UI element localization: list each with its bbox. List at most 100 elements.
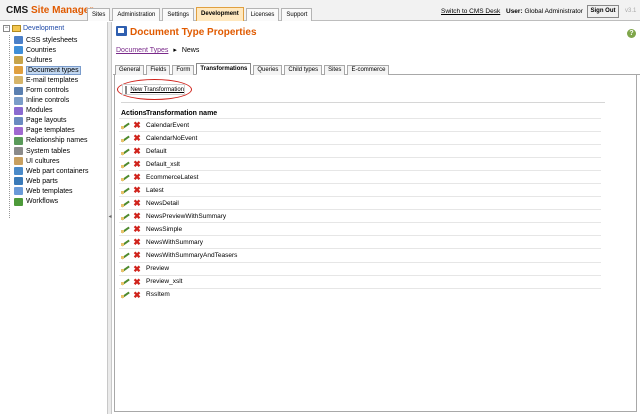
transformation-name: Default (146, 147, 167, 155)
transformations-content: New Transformation Actions Transformatio… (114, 75, 637, 412)
delete-icon[interactable]: ✖ (133, 186, 141, 195)
title-bar: Document Type Properties ? (113, 22, 640, 42)
relationship-icon (14, 136, 23, 145)
collapse-icon[interactable]: − (3, 25, 10, 32)
edit-icon[interactable] (121, 135, 130, 142)
tree-item-label: Page templates (26, 127, 75, 135)
delete-icon[interactable]: ✖ (133, 212, 141, 221)
tab-form[interactable]: Form (172, 65, 195, 75)
transformation-name: NewsWithSummary (146, 238, 204, 246)
tree-root-development[interactable]: − Development (3, 25, 64, 32)
tree-item-web-part-containers[interactable]: Web part containers (14, 166, 89, 176)
edit-icon[interactable] (121, 252, 130, 259)
edit-icon[interactable] (121, 161, 130, 168)
tab-child-types[interactable]: Child types (284, 65, 323, 75)
help-icon[interactable]: ? (627, 29, 636, 38)
tab-transformations[interactable]: Transformations (196, 63, 252, 75)
edit-icon[interactable] (121, 213, 130, 220)
collapse-pane-icon[interactable]: ◂ (108, 210, 112, 224)
edit-icon[interactable] (121, 187, 130, 194)
divider (121, 102, 605, 103)
transformation-name: Preview (146, 265, 170, 273)
tree-item-relationship-names[interactable]: Relationship names (14, 136, 89, 146)
transformation-name: CalendarNoEvent (146, 134, 198, 142)
tab-fields[interactable]: Fields (146, 65, 171, 75)
delete-icon[interactable]: ✖ (133, 238, 141, 247)
tree-item-modules[interactable]: Modules (14, 106, 89, 116)
delete-icon[interactable]: ✖ (133, 264, 141, 273)
tree-item-css-stylesheets[interactable]: CSS stylesheets (14, 35, 89, 45)
tree-item-cultures[interactable]: Cultures (14, 55, 89, 65)
transformation-name: CalendarEvent (146, 121, 189, 129)
edit-icon[interactable] (121, 226, 130, 233)
table-row: ✖ Default (119, 144, 601, 157)
delete-icon[interactable]: ✖ (133, 173, 141, 182)
row-actions: ✖ (119, 199, 144, 208)
table-row: ✖ RssItem (119, 287, 601, 301)
transformation-name: NewsWithSummaryAndTeasers (146, 251, 238, 259)
delete-icon[interactable]: ✖ (133, 147, 141, 156)
transformation-name: NewsSimple (146, 225, 183, 233)
user-name: Global Administrator (524, 8, 583, 15)
delete-icon[interactable]: ✖ (133, 121, 141, 130)
email-icon (14, 76, 23, 85)
transformation-name: Preview_xslt (146, 278, 183, 286)
breadcrumb: Document Types ▸ News (116, 46, 199, 54)
tree-item-inline-controls[interactable]: Inline controls (14, 96, 89, 106)
table-row: ✖ Default_xslt (119, 157, 601, 170)
edit-icon[interactable] (121, 148, 130, 155)
navigation-tree: − Development CSS stylesheets Countries Cu… (0, 22, 108, 414)
transformation-name: NewsPreviewWithSummary (146, 212, 227, 220)
tree-item-form-controls[interactable]: Form controls (14, 85, 89, 95)
tree-item-page-layouts[interactable]: Page layouts (14, 116, 89, 126)
tab-sites[interactable]: Sites (324, 65, 346, 75)
edit-icon[interactable] (121, 174, 130, 181)
tree-item-web-templates[interactable]: Web templates (14, 186, 89, 196)
tree-item-web-parts[interactable]: Web parts (14, 176, 89, 186)
new-transformation-button[interactable]: New Transformation (122, 84, 185, 95)
tree-item-label: UI cultures (26, 157, 60, 165)
table-row: ✖ NewsDetail (119, 196, 601, 209)
edit-icon[interactable] (121, 122, 130, 129)
tree-item-countries[interactable]: Countries (14, 45, 89, 55)
edit-icon[interactable] (121, 278, 130, 286)
top-tab-support[interactable]: Support (281, 8, 313, 21)
edit-icon[interactable] (121, 239, 130, 246)
tree-item-ui-cultures[interactable]: UI cultures (14, 156, 89, 166)
row-actions: ✖ (119, 121, 144, 130)
edit-icon[interactable] (121, 265, 130, 273)
delete-icon[interactable]: ✖ (133, 199, 141, 208)
tree-item-system-tables[interactable]: System tables (14, 146, 89, 156)
tree-item-label: Workflows (26, 198, 59, 206)
edit-icon[interactable] (121, 291, 130, 299)
top-tab-administration[interactable]: Administration (112, 8, 161, 21)
user-prefix: User: (506, 8, 523, 15)
tree-item-page-templates[interactable]: Page templates (14, 126, 89, 136)
transformation-name: Latest (146, 186, 164, 194)
tab-general[interactable]: General (115, 65, 145, 75)
tree-item-workflows[interactable]: Workflows (14, 197, 89, 207)
system-table-icon (14, 147, 23, 156)
delete-icon[interactable]: ✖ (133, 277, 141, 286)
tab-e-commerce[interactable]: E-commerce (347, 65, 390, 75)
top-tab-sites[interactable]: Sites (87, 8, 111, 21)
module-icon (14, 106, 23, 115)
top-tab-licenses[interactable]: Licenses (245, 8, 280, 21)
delete-icon[interactable]: ✖ (133, 225, 141, 234)
web-template-icon (14, 187, 23, 196)
delete-icon[interactable]: ✖ (133, 290, 141, 299)
tree-item-label: CSS stylesheets (26, 36, 78, 44)
delete-icon[interactable]: ✖ (133, 134, 141, 143)
column-header-transformation-name[interactable]: Transformation name (144, 110, 217, 117)
top-tab-development[interactable]: Development (196, 7, 244, 21)
tree-item-e-mail-templates[interactable]: E-mail templates (14, 75, 89, 85)
sign-out-button[interactable]: Sign Out (587, 5, 619, 18)
breadcrumb-document-types-link[interactable]: Document Types (116, 47, 168, 54)
tree-item-document-types[interactable]: Document types (14, 65, 89, 75)
top-tab-settings[interactable]: Settings (162, 8, 195, 21)
edit-icon[interactable] (121, 200, 130, 207)
delete-icon[interactable]: ✖ (133, 160, 141, 169)
switch-to-cms-desk-link[interactable]: Switch to CMS Desk (441, 8, 500, 15)
delete-icon[interactable]: ✖ (133, 251, 141, 260)
tab-queries[interactable]: Queries (253, 65, 283, 75)
